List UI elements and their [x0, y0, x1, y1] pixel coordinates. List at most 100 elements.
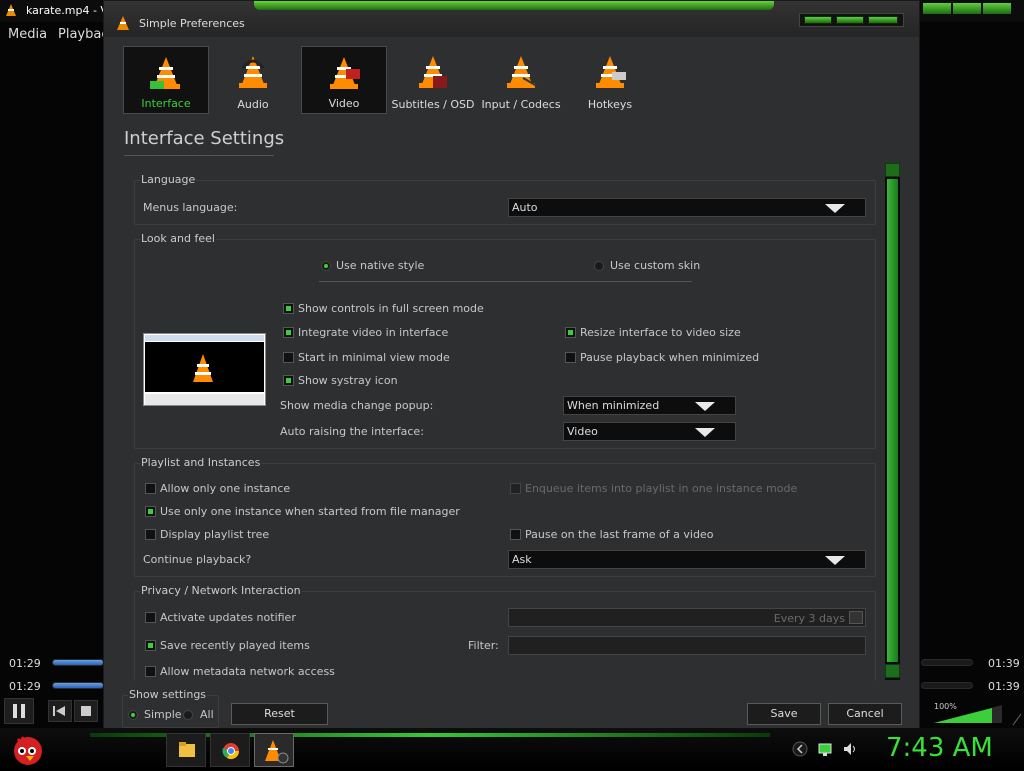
- taskbar-vlc[interactable]: [254, 733, 294, 767]
- native-style-label: Use native style: [336, 259, 425, 272]
- category-subtitles[interactable]: Subtitles / OSD: [390, 46, 476, 114]
- minimal-view-checkbox[interactable]: [283, 352, 294, 363]
- scrollbar-thumb[interactable]: [887, 179, 898, 662]
- minimize-icon[interactable]: [804, 16, 832, 24]
- stop-button[interactable]: [74, 700, 98, 722]
- systray-checkbox[interactable]: [283, 375, 294, 386]
- filter-label: Filter:: [468, 639, 499, 652]
- pause-last-frame-label: Pause on the last frame of a video: [525, 528, 714, 541]
- look-and-feel-title: Look and feel: [140, 232, 216, 245]
- recent-items-checkbox[interactable]: [145, 640, 156, 651]
- menu-playback[interactable]: Playbac: [58, 27, 108, 42]
- category-interface[interactable]: Interface: [123, 46, 209, 114]
- close-icon[interactable]: [868, 16, 898, 24]
- continue-playback-value: Ask: [512, 553, 532, 566]
- background-window-controls: [920, 3, 1015, 15]
- start-button[interactable]: [8, 729, 48, 767]
- seek-bar-2[interactable]: [52, 682, 104, 689]
- volume-slider[interactable]: 100%: [932, 702, 1004, 724]
- chevron-down-icon: [695, 402, 715, 411]
- popup-select[interactable]: When minimized: [563, 396, 736, 415]
- custom-skin-radio[interactable]: [594, 261, 604, 271]
- fullscreen-controls-checkbox[interactable]: [283, 303, 294, 314]
- pause-last-frame-checkbox[interactable]: [510, 529, 521, 540]
- title-bar-accent: [254, 1, 774, 10]
- pause-icon: [13, 704, 25, 718]
- category-audio[interactable]: Audio: [210, 46, 296, 114]
- category-video[interactable]: Video: [301, 46, 387, 114]
- total-time: 01:39: [988, 657, 1020, 670]
- chevron-down-icon: [695, 428, 715, 437]
- chevron-left-icon[interactable]: [792, 741, 808, 757]
- resize-interface-label: Resize interface to video size: [580, 326, 741, 339]
- seek-bar[interactable]: [52, 659, 104, 666]
- category-hotkeys[interactable]: Hotkeys: [567, 46, 653, 114]
- chrome-icon: [222, 743, 240, 760]
- native-style-radio[interactable]: [321, 261, 331, 271]
- chevron-down-icon: [825, 556, 845, 565]
- spin-arrows-icon[interactable]: [849, 611, 863, 624]
- close-icon[interactable]: [983, 3, 1011, 14]
- continue-playback-select[interactable]: Ask: [508, 550, 866, 569]
- show-settings-group: Show settings Simple All: [122, 688, 219, 728]
- system-clock[interactable]: 7:43 AM: [886, 733, 993, 763]
- maximize-icon[interactable]: [953, 3, 981, 14]
- raise-select[interactable]: Video: [563, 422, 736, 441]
- save-button[interactable]: Save: [747, 703, 821, 725]
- background-window-title: karate.mp4 - VL: [26, 4, 115, 17]
- folder-icon: [179, 742, 195, 757]
- metadata-access-checkbox[interactable]: [145, 666, 156, 677]
- total-time-2: 01:39: [988, 680, 1020, 693]
- enqueue-label: Enqueue items into playlist in one insta…: [525, 482, 798, 495]
- interface-cone-icon: [150, 57, 180, 89]
- one-instance-checkbox[interactable]: [145, 483, 156, 494]
- pause-minimized-checkbox[interactable]: [565, 352, 576, 363]
- taskbar: [0, 728, 1024, 768]
- show-settings-title: Show settings: [128, 688, 208, 701]
- popup-label: Show media change popup:: [280, 399, 434, 412]
- input-codecs-cone-icon: [507, 56, 537, 88]
- seek-bar-right-2[interactable]: [921, 682, 973, 689]
- menu-media[interactable]: Media: [8, 27, 47, 42]
- resize-interface-checkbox[interactable]: [565, 327, 576, 338]
- resize-grip-icon: [1012, 712, 1022, 726]
- category-input-codecs[interactable]: Input / Codecs: [478, 46, 564, 114]
- updates-interval-spinbox[interactable]: Every 3 days: [508, 608, 866, 627]
- network-icon[interactable]: [817, 741, 833, 757]
- seek-bar-right[interactable]: [921, 659, 973, 666]
- filter-input[interactable]: [508, 636, 866, 655]
- previous-button[interactable]: [48, 700, 72, 722]
- menus-language-select[interactable]: Auto: [508, 198, 866, 217]
- playlist-group: Playlist and Instances Allow only one in…: [134, 456, 876, 577]
- integrate-video-checkbox[interactable]: [283, 327, 294, 338]
- look-and-feel-group: Look and feel Use native style Use custo…: [134, 232, 876, 449]
- playlist-tree-checkbox[interactable]: [145, 529, 156, 540]
- style-separator: [319, 281, 692, 282]
- cancel-button[interactable]: Cancel: [828, 703, 902, 725]
- category-subtitles-label: Subtitles / OSD: [391, 98, 475, 111]
- reset-preferences-button[interactable]: Reset Preferences: [231, 703, 328, 740]
- maximize-icon[interactable]: [836, 16, 864, 24]
- page-title: Interface Settings: [124, 128, 285, 149]
- volume-wedge-icon: [934, 705, 1002, 723]
- playlist-group-title: Playlist and Instances: [140, 456, 262, 469]
- scroll-up-icon[interactable]: [885, 163, 900, 177]
- updates-notifier-checkbox[interactable]: [145, 612, 156, 623]
- updates-notifier-label: Activate updates notifier: [160, 611, 296, 624]
- simple-radio[interactable]: [128, 710, 138, 720]
- taskbar-chrome[interactable]: [210, 733, 250, 767]
- settings-scrollbar[interactable]: [885, 163, 900, 680]
- popup-value: When minimized: [567, 399, 660, 412]
- taskbar-explorer[interactable]: [166, 733, 206, 767]
- scroll-down-icon[interactable]: [885, 664, 900, 678]
- file-manager-checkbox[interactable]: [145, 506, 156, 517]
- chevron-down-icon: [825, 204, 845, 213]
- all-radio[interactable]: [183, 710, 193, 720]
- pause-minimized-label: Pause playback when minimized: [580, 351, 760, 364]
- minimize-icon[interactable]: [923, 3, 951, 14]
- category-input-codecs-label: Input / Codecs: [481, 98, 561, 111]
- integrate-video-label: Integrate video in interface: [298, 326, 449, 339]
- speaker-icon[interactable]: [842, 741, 858, 757]
- pause-button[interactable]: [4, 698, 34, 724]
- enqueue-checkbox[interactable]: [510, 483, 521, 494]
